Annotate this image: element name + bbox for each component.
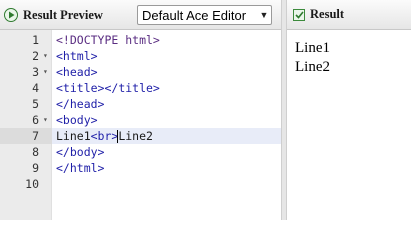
line-number-cell: 4 xyxy=(0,80,52,96)
line-number: 4 xyxy=(32,81,39,95)
result-title: Result xyxy=(310,7,345,21)
line-number: 10 xyxy=(25,177,39,191)
code-text: <body> xyxy=(56,113,98,127)
code-line[interactable]: 5 </head> xyxy=(0,96,281,112)
line-number-cell: 5 xyxy=(0,96,52,112)
fold-arrow-icon[interactable]: ▾ xyxy=(43,64,48,80)
line-number: 5 xyxy=(32,97,39,111)
line-number: 3 xyxy=(32,65,39,79)
code-line[interactable]: 8 </body> xyxy=(0,144,281,160)
code-text: </html> xyxy=(56,161,105,175)
result-line: Line1 xyxy=(295,40,330,56)
line-number-cell: 1 xyxy=(0,32,52,48)
code-text: </head> xyxy=(56,97,105,111)
result-preview-label: Result Preview xyxy=(23,7,103,22)
code-line[interactable]: 2 ▾ <html> xyxy=(0,48,281,64)
code-text: Line1<br>Line2 xyxy=(56,129,153,143)
code-line[interactable]: 6 ▾ <body> xyxy=(0,112,281,128)
chevron-down-icon: ▼ xyxy=(259,10,269,20)
line-number: 6 xyxy=(32,113,39,127)
code-line[interactable]: 1 <!DOCTYPE html> xyxy=(0,32,281,48)
result-line: Line2 xyxy=(295,59,330,75)
code-text: <!DOCTYPE html> xyxy=(56,33,160,47)
checkmark-icon xyxy=(293,8,305,21)
editor-mode-value: Default Ace Editor xyxy=(142,7,247,23)
fold-arrow-icon[interactable]: ▾ xyxy=(43,112,48,128)
result-output: Line1 Line2 xyxy=(287,30,411,220)
code-text: </body> xyxy=(56,145,105,159)
code-line[interactable]: 10 xyxy=(0,176,281,192)
code-editor[interactable]: 1 <!DOCTYPE html> 2 ▾ <html> 3 ▾ <head> 4 <title>… xyxy=(0,30,281,220)
line-number-cell: 10 xyxy=(0,176,52,192)
line-number-cell: 8 xyxy=(0,144,52,160)
line-number-cell: 2 ▾ xyxy=(0,48,52,64)
code-text: <head> xyxy=(56,65,98,79)
fold-arrow-icon[interactable]: ▾ xyxy=(43,48,48,64)
line-number: 2 xyxy=(32,49,39,63)
result-toolbar: Result xyxy=(287,0,411,30)
line-number-cell: 3 ▾ xyxy=(0,64,52,80)
line-number: 8 xyxy=(32,145,39,159)
line-number-cell: 9 xyxy=(0,160,52,176)
editor-toolbar: Result Preview Default Ace Editor ▼ xyxy=(0,0,281,30)
play-icon xyxy=(4,8,18,22)
line-number: 1 xyxy=(32,33,39,47)
code-line[interactable]: 9 </html> xyxy=(0,160,281,176)
code-text: <title></title> xyxy=(56,81,160,95)
code-line[interactable]: 7 Line1<br>Line2 xyxy=(0,128,281,144)
line-number-cell: 6 ▾ xyxy=(0,112,52,128)
line-number: 7 xyxy=(32,129,39,143)
line-number-cell: 7 xyxy=(0,128,52,144)
code-text: <html> xyxy=(56,49,98,63)
result-preview-button[interactable]: Result Preview xyxy=(4,5,103,25)
code-line[interactable]: 3 ▾ <head> xyxy=(0,64,281,80)
editor-mode-select[interactable]: Default Ace Editor ▼ xyxy=(137,5,272,25)
line-number: 9 xyxy=(32,161,39,175)
code-line[interactable]: 4 <title></title> xyxy=(0,80,281,96)
